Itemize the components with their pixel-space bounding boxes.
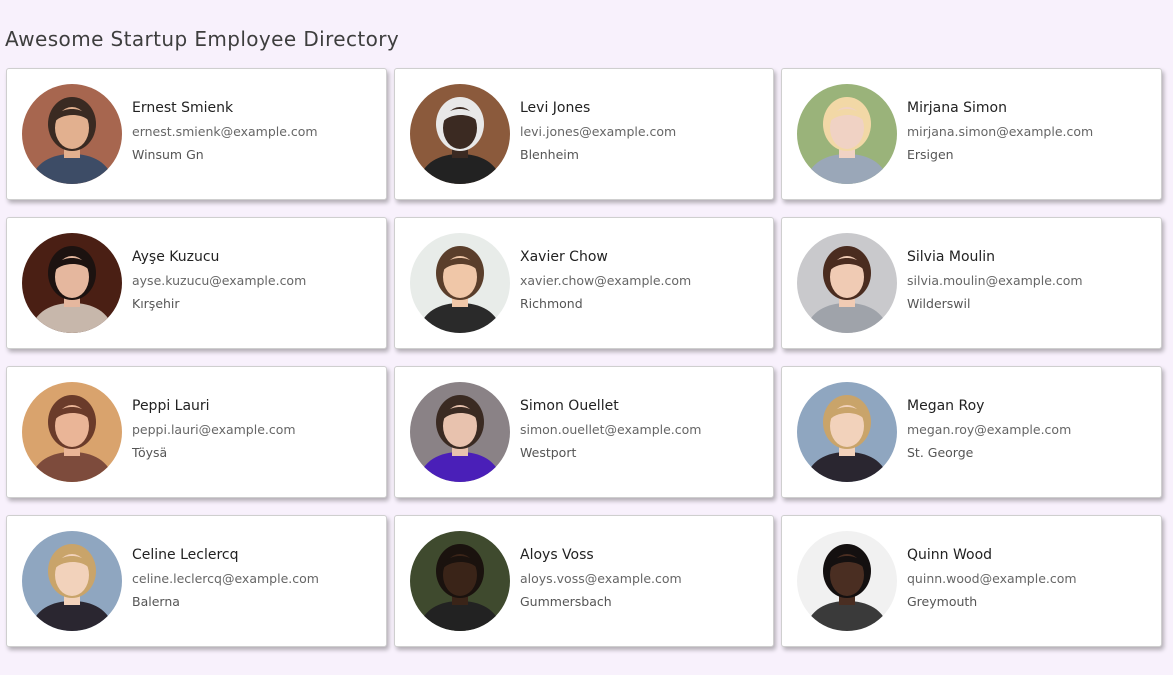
employee-avatar: [410, 531, 510, 631]
employee-city: Blenheim: [520, 146, 579, 162]
employee-name: Xavier Chow: [520, 248, 608, 265]
employee-email: aloys.voss@example.com: [520, 570, 682, 586]
employee-city: Wilderswil: [907, 295, 971, 311]
employee-avatar: [22, 531, 122, 631]
employee-city: Balerna: [132, 593, 180, 609]
avatar-photo-icon: [22, 84, 122, 184]
employee-card[interactable]: Megan Roy megan.roy@example.com St. Geor…: [781, 366, 1162, 498]
employee-card[interactable]: Quinn Wood quinn.wood@example.com Greymo…: [781, 515, 1162, 647]
employee-email: xavier.chow@example.com: [520, 272, 692, 288]
page-title: Awesome Startup Employee Directory: [5, 27, 400, 51]
avatar-photo-icon: [22, 531, 122, 631]
employee-name: Silvia Moulin: [907, 248, 996, 265]
employee-name: Simon Ouellet: [520, 397, 619, 414]
employee-info: Xavier Chow xavier.chow@example.com Rich…: [520, 249, 691, 311]
employee-avatar: [22, 382, 122, 482]
employee-name: Aloys Voss: [520, 546, 594, 563]
employee-email: simon.ouellet@example.com: [520, 421, 702, 437]
employee-gallery: Ernest Smienk ernest.smienk@example.com …: [6, 68, 1163, 647]
employee-card[interactable]: Ayşe Kuzucu ayse.kuzucu@example.com Kırş…: [6, 217, 387, 349]
employee-name: Megan Roy: [907, 397, 985, 414]
employee-name: Quinn Wood: [907, 546, 993, 563]
employee-card[interactable]: Xavier Chow xavier.chow@example.com Rich…: [394, 217, 774, 349]
employee-info: Megan Roy megan.roy@example.com St. Geor…: [907, 398, 1071, 460]
employee-avatar: [22, 233, 122, 333]
employee-email: silvia.moulin@example.com: [907, 272, 1083, 288]
employee-city: St. George: [907, 444, 974, 460]
employee-city: Töysä: [132, 444, 168, 460]
avatar-photo-icon: [797, 382, 897, 482]
employee-card[interactable]: Mirjana Simon mirjana.simon@example.com …: [781, 68, 1162, 200]
employee-city: Winsum Gn: [132, 146, 204, 162]
employee-info: Ernest Smienk ernest.smienk@example.com …: [132, 100, 318, 162]
employee-city: Richmond: [520, 295, 583, 311]
employee-name: Levi Jones: [520, 99, 591, 116]
employee-info: Mirjana Simon mirjana.simon@example.com …: [907, 100, 1093, 162]
employee-info: Quinn Wood quinn.wood@example.com Greymo…: [907, 547, 1077, 609]
employee-avatar: [797, 84, 897, 184]
employee-name: Ernest Smienk: [132, 99, 234, 116]
employee-email: quinn.wood@example.com: [907, 570, 1077, 586]
employee-name: Mirjana Simon: [907, 99, 1007, 116]
avatar-photo-icon: [410, 233, 510, 333]
employee-card[interactable]: Simon Ouellet simon.ouellet@example.com …: [394, 366, 774, 498]
employee-avatar: [22, 84, 122, 184]
avatar-photo-icon: [797, 531, 897, 631]
avatar-photo-icon: [22, 382, 122, 482]
employee-name: Peppi Lauri: [132, 397, 210, 414]
employee-card[interactable]: Celine Leclercq celine.leclercq@example.…: [6, 515, 387, 647]
avatar-photo-icon: [410, 382, 510, 482]
avatar-photo-icon: [797, 84, 897, 184]
employee-city: Westport: [520, 444, 577, 460]
avatar-photo-icon: [410, 84, 510, 184]
employee-avatar: [410, 382, 510, 482]
employee-info: Silvia Moulin silvia.moulin@example.com …: [907, 249, 1083, 311]
employee-info: Ayşe Kuzucu ayse.kuzucu@example.com Kırş…: [132, 249, 306, 311]
employee-info: Celine Leclercq celine.leclercq@example.…: [132, 547, 319, 609]
employee-city: Kırşehir: [132, 295, 180, 311]
employee-city: Greymouth: [907, 593, 978, 609]
employee-email: megan.roy@example.com: [907, 421, 1072, 437]
employee-avatar: [797, 233, 897, 333]
employee-city: Gummersbach: [520, 593, 612, 609]
employee-email: ayse.kuzucu@example.com: [132, 272, 307, 288]
avatar-photo-icon: [797, 233, 897, 333]
employee-email: celine.leclercq@example.com: [132, 570, 319, 586]
employee-card[interactable]: Levi Jones levi.jones@example.com Blenhe…: [394, 68, 774, 200]
employee-avatar: [797, 382, 897, 482]
employee-card[interactable]: Aloys Voss aloys.voss@example.com Gummer…: [394, 515, 774, 647]
avatar-photo-icon: [410, 531, 510, 631]
employee-info: Simon Ouellet simon.ouellet@example.com …: [520, 398, 701, 460]
employee-email: ernest.smienk@example.com: [132, 123, 318, 139]
employee-email: levi.jones@example.com: [520, 123, 677, 139]
employee-card[interactable]: Peppi Lauri peppi.lauri@example.com Töys…: [6, 366, 387, 498]
employee-avatar: [410, 84, 510, 184]
employee-avatar: [797, 531, 897, 631]
employee-name: Celine Leclercq: [132, 546, 239, 563]
employee-city: Ersigen: [907, 146, 954, 162]
employee-avatar: [410, 233, 510, 333]
employee-email: peppi.lauri@example.com: [132, 421, 296, 437]
employee-info: Aloys Voss aloys.voss@example.com Gummer…: [520, 547, 682, 609]
employee-card[interactable]: Ernest Smienk ernest.smienk@example.com …: [6, 68, 387, 200]
avatar-photo-icon: [22, 233, 122, 333]
employee-info: Peppi Lauri peppi.lauri@example.com Töys…: [132, 398, 296, 460]
employee-info: Levi Jones levi.jones@example.com Blenhe…: [520, 100, 676, 162]
employee-email: mirjana.simon@example.com: [907, 123, 1094, 139]
employee-card[interactable]: Silvia Moulin silvia.moulin@example.com …: [781, 217, 1162, 349]
employee-name: Ayşe Kuzucu: [132, 248, 220, 265]
